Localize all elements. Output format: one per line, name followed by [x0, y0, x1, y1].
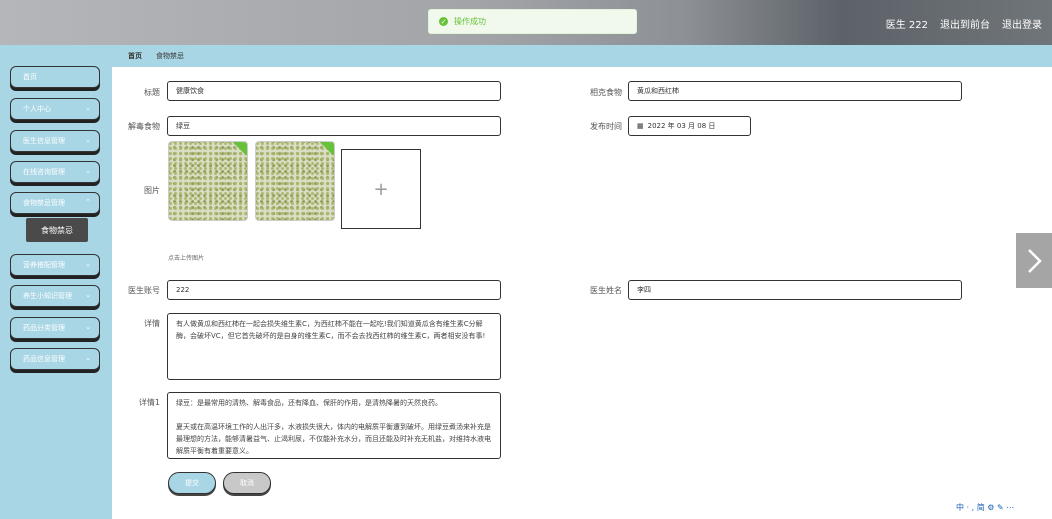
plus-icon: +	[373, 178, 389, 200]
toast-text: 操作成功	[454, 17, 486, 26]
conflict-food-label: 相克食物	[590, 88, 622, 97]
upload-success-badge: ✓	[230, 141, 247, 156]
sidebar-item-label: 首页	[23, 73, 37, 81]
sidebar-item-label: 营养搭配管理	[23, 261, 65, 269]
conflict-food-field[interactable]: 黄瓜和西红柿	[628, 81, 962, 101]
breadcrumb: 首页 食物禁忌	[112, 45, 1052, 67]
chevron-down-icon: ⌄	[85, 167, 91, 175]
publish-date-picker[interactable]: ▦ 2022 年 03 月 08 日	[628, 116, 751, 136]
uploaded-image-1[interactable]: ✓	[168, 141, 248, 221]
sidebar-item-home[interactable]: 首页	[10, 66, 100, 88]
sidebar-item-label: 药品信息管理	[23, 355, 65, 363]
upload-success-badge: ✓	[317, 141, 334, 156]
detail1-label: 详情1	[138, 398, 160, 407]
doctor-account-field[interactable]: 222	[167, 280, 501, 300]
chevron-down-icon: ⌄	[85, 291, 91, 299]
chevron-down-icon: ⌄	[85, 136, 91, 144]
user-name: 医生 222	[885, 20, 928, 31]
calendar-icon: ▦	[637, 122, 644, 130]
chevron-down-icon: ⌄	[85, 260, 91, 268]
title-field[interactable]: 健康饮食	[167, 81, 501, 101]
check-circle-icon: ✓	[439, 17, 448, 26]
sidebar-item-drug-category[interactable]: 药品分类管理 ⌄	[10, 317, 100, 339]
logout-link[interactable]: 退出登录	[1002, 16, 1042, 31]
doctor-account-label: 医生账号	[128, 286, 160, 295]
upload-hint: 点击上传图片	[168, 255, 205, 262]
sidebar-item-label: 药品分类管理	[23, 324, 65, 332]
success-toast: ✓ 操作成功	[428, 9, 637, 34]
sidebar-item-label: 医生信息管理	[23, 137, 65, 145]
doctor-name-label: 医生姓名	[590, 286, 622, 295]
next-arrow-button[interactable]	[1016, 233, 1052, 288]
submenu-food-taboo[interactable]: 食物禁忌	[26, 218, 88, 242]
breadcrumb-current: 食物禁忌	[156, 52, 184, 60]
publish-date-label: 发布时间	[590, 122, 622, 131]
chevron-right-icon	[1028, 248, 1042, 273]
sidebar-item-label: 个人中心	[23, 105, 51, 113]
sidebar-item-label: 食物禁忌管理	[23, 199, 65, 207]
ime-tray[interactable]: 中 · , 简 ⚙ ✎ ⋯	[956, 502, 1014, 513]
chevron-down-icon: ⌄	[85, 354, 91, 362]
publish-date-value: 2022 年 03 月 08 日	[647, 122, 716, 130]
detox-food-field[interactable]: 绿豆	[167, 116, 501, 136]
sidebar-item-consult[interactable]: 在线咨询管理 ⌄	[10, 161, 100, 183]
header-actions: 医生 222 退出到前台 退出登录	[886, 16, 1042, 31]
chevron-up-icon: ⌃	[85, 198, 91, 206]
sidebar-item-doctors[interactable]: 医生信息管理 ⌄	[10, 130, 100, 152]
sidebar-item-nutrition[interactable]: 营养搭配管理 ⌄	[10, 254, 100, 276]
back-to-front-link[interactable]: 退出到前台	[940, 16, 990, 31]
sidebar-item-health-tips[interactable]: 养生小知识管理 ⌄	[10, 285, 100, 307]
chevron-down-icon: ⌄	[85, 104, 91, 112]
submit-button[interactable]: 提交	[168, 472, 216, 494]
check-icon: ✓	[241, 141, 247, 145]
detail-label: 详情	[144, 319, 160, 328]
doctor-name-field[interactable]: 李四	[628, 280, 962, 300]
check-icon: ✓	[328, 141, 334, 145]
image-label: 图片	[144, 186, 160, 195]
title-label: 标题	[144, 88, 160, 97]
uploaded-image-2[interactable]: ✓	[255, 141, 335, 221]
sidebar-item-profile[interactable]: 个人中心 ⌄	[10, 98, 100, 120]
sidebar-item-food-taboo[interactable]: 食物禁忌管理 ⌃	[10, 192, 100, 214]
image-upload-button[interactable]: +	[341, 149, 421, 229]
detox-food-label: 解毒食物	[128, 122, 160, 131]
sidebar-item-label: 在线咨询管理	[23, 168, 65, 176]
sidebar-item-drug-info[interactable]: 药品信息管理 ⌄	[10, 348, 100, 370]
detail1-textarea[interactable]: 绿豆：是最常用的清热、解毒食品，还有降血、保肝的作用，是清热降暑的天然良药。 夏…	[167, 392, 501, 459]
sidebar-item-label: 养生小知识管理	[23, 292, 72, 300]
chevron-down-icon: ⌄	[85, 323, 91, 331]
breadcrumb-home[interactable]: 首页	[128, 51, 142, 61]
cancel-button[interactable]: 取消	[223, 472, 271, 494]
detail-textarea[interactable]: 有人做黄瓜和西红柿在一起会损失维生素C，为西红柿不能在一起吃!我们知道黄瓜含有维…	[167, 313, 501, 380]
